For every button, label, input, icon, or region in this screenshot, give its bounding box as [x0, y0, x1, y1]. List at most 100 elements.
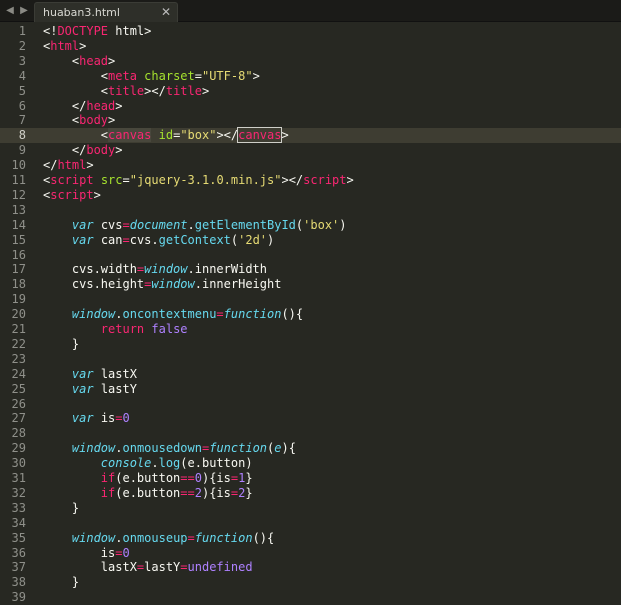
code-token: is	[93, 411, 116, 426]
code-token: </	[43, 98, 87, 113]
code-token: }	[43, 500, 80, 515]
code-line: <canvas id="box"></canvas>	[43, 127, 289, 144]
line-number: 36	[11, 545, 26, 560]
code-editor[interactable]: 1 2 3 4 5 6 7 8 9 10 11 12 13 14 15 16 17 18 19 20 21 22 23 24 2…	[0, 22, 621, 604]
code-token: lastX	[43, 560, 137, 575]
code-token: DOCTYPE	[57, 24, 109, 38]
code-token: ></	[144, 83, 166, 98]
code-token: ==	[180, 471, 195, 485]
code-token: ></	[216, 128, 239, 143]
chevron-right-icon[interactable]: ▶	[18, 3, 30, 19]
code-line: <meta charset="UTF-8">	[43, 69, 260, 84]
code-token: )	[267, 232, 275, 247]
code-token: var	[71, 411, 94, 426]
code-token: function	[223, 307, 282, 322]
code-token: =	[122, 217, 130, 232]
code-token: >	[108, 53, 116, 68]
code-token: undefined	[187, 560, 253, 575]
line-number: 20	[11, 307, 26, 322]
code-token: <	[43, 53, 80, 68]
file-tab[interactable]: huaban3.html ✕	[34, 2, 178, 22]
code-line: var lastY	[43, 382, 137, 397]
line-number: 7	[18, 113, 26, 128]
line-number: 19	[11, 292, 26, 307]
code-token: onmousedown	[122, 441, 202, 456]
code-token: =	[180, 560, 188, 575]
code-token: .innerWidth	[187, 262, 267, 277]
code-token: <	[43, 83, 109, 98]
code-token: .	[151, 456, 159, 471]
line-number: 5	[18, 83, 26, 98]
code-token: (){	[281, 307, 304, 322]
code-token: function	[209, 441, 268, 456]
code-token: log	[158, 456, 181, 471]
code-line: var lastX	[43, 367, 137, 382]
line-number: 34	[11, 515, 26, 530]
close-icon[interactable]: ✕	[161, 5, 171, 19]
line-number: 1	[18, 24, 26, 38]
code-area[interactable]: <!DOCTYPE html> <html> <head> <meta chars…	[43, 22, 613, 600]
code-token: </	[43, 143, 87, 158]
code-token: html>	[108, 24, 152, 38]
line-number: 35	[11, 530, 26, 545]
code-token: head	[79, 53, 109, 68]
code-token: .innerHeight	[194, 277, 282, 292]
code-token: }	[43, 336, 80, 351]
code-line: window.oncontextmenu=function(){	[43, 307, 303, 322]
code-token: id	[158, 128, 174, 143]
tab-bar: ◀ ▶ huaban3.html ✕	[0, 0, 621, 22]
code-token: is	[43, 545, 116, 560]
line-number: 25	[11, 381, 26, 396]
code-line: if(e.button==2){is=2}	[43, 486, 253, 501]
code-token: window	[71, 441, 116, 456]
code-token: ==	[180, 485, 195, 500]
code-token: >	[252, 68, 260, 83]
code-line: <title></title>	[43, 84, 209, 99]
code-token: "UTF-8"	[201, 68, 253, 83]
line-number: 26	[11, 396, 26, 411]
code-token: (){	[252, 530, 275, 545]
line-number: 14	[11, 217, 26, 232]
code-token: if	[100, 471, 116, 485]
line-number: 4	[18, 68, 26, 83]
code-token: >	[115, 143, 123, 158]
line-number: 3	[18, 53, 26, 68]
line-number: 37	[11, 560, 26, 575]
line-number: 13	[11, 202, 26, 217]
line-number: 2	[18, 38, 26, 53]
chevron-left-icon[interactable]: ◀	[4, 3, 16, 19]
code-token: }	[245, 485, 253, 500]
code-token: >	[86, 158, 94, 173]
code-token: var	[71, 381, 94, 396]
line-number: 28	[11, 426, 26, 441]
code-line: cvs.width=window.innerWidth	[43, 262, 267, 277]
line-number-gutter: 1 2 3 4 5 6 7 8 9 10 11 12 13 14 15 16 17 18 19 20 21 22 23 24 2…	[0, 22, 34, 604]
code-token: lastY	[144, 560, 181, 575]
code-token: return	[100, 322, 145, 336]
code-token: var	[71, 366, 94, 381]
code-token: =	[122, 232, 130, 247]
line-number: 39	[11, 590, 26, 605]
line-number: 33	[11, 500, 26, 515]
code-token: html	[50, 38, 80, 53]
code-token: charset	[144, 68, 195, 83]
code-line: <html>	[43, 39, 86, 54]
code-line: </head>	[43, 99, 123, 114]
code-token: false	[151, 322, 188, 336]
line-number: 32	[11, 485, 26, 500]
line-number: 8	[18, 128, 26, 143]
code-token: 2	[194, 485, 202, 500]
code-token: .	[115, 530, 123, 545]
code-token: ){	[281, 441, 296, 456]
code-line: <body>	[43, 113, 115, 128]
code-token: "box"	[180, 128, 217, 143]
code-token: ></	[281, 173, 304, 187]
